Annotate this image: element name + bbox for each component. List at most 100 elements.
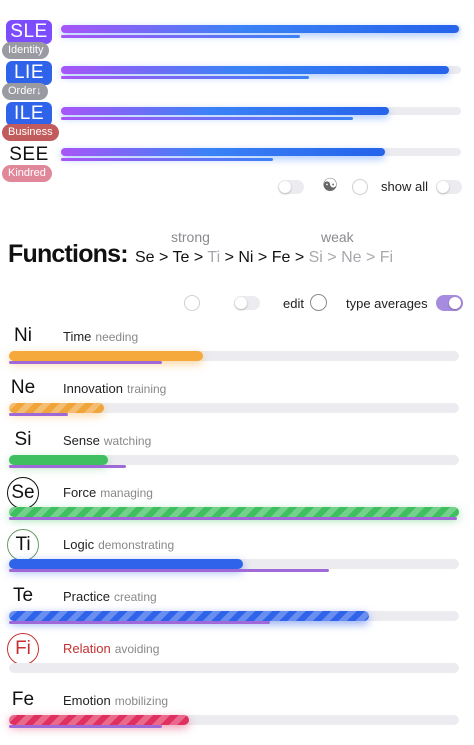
function-name-text: Sense xyxy=(63,433,100,448)
function-row-te[interactable]: Te Practice creating xyxy=(0,581,474,633)
filter-toggle[interactable] xyxy=(234,296,260,310)
type-badge[interactable]: SLE xyxy=(6,20,52,44)
toggle-left[interactable] xyxy=(278,180,304,194)
function-name: Time needing xyxy=(63,329,138,344)
type-averages-label: type averages xyxy=(346,296,428,311)
show-all-radio[interactable] xyxy=(352,179,368,195)
type-label-badge: Business xyxy=(2,124,59,141)
function-symbol[interactable]: Se xyxy=(7,477,39,509)
function-symbol[interactable]: Ni xyxy=(8,321,38,351)
function-note: needing xyxy=(95,330,139,344)
strong-label: strong xyxy=(171,229,210,245)
sequence-token: Ne xyxy=(341,249,362,266)
function-symbol[interactable]: Si xyxy=(8,425,38,455)
type-average-bar xyxy=(61,35,301,38)
function-average-bar xyxy=(9,413,68,416)
function-strength-fill xyxy=(9,611,369,621)
function-name: Force managing xyxy=(63,485,153,500)
sequence-token: Fi xyxy=(379,249,394,266)
type-match-bar xyxy=(61,25,461,33)
function-name-text: Logic xyxy=(63,537,95,552)
function-note: mobilizing xyxy=(114,694,169,708)
type-match-bar xyxy=(61,66,461,74)
type-average-bar xyxy=(61,158,273,161)
function-symbol[interactable]: Fi xyxy=(7,633,39,665)
function-average-bar xyxy=(9,465,126,468)
type-averages-toggle[interactable] xyxy=(436,295,463,311)
edit-radio[interactable] xyxy=(310,294,327,311)
function-name: Practice creating xyxy=(63,589,157,604)
function-symbol[interactable]: Fe xyxy=(8,685,38,715)
sequence-token: > xyxy=(253,249,272,266)
function-strength-fill xyxy=(9,403,104,413)
sequence-token: > xyxy=(154,249,173,266)
function-symbol[interactable]: Te xyxy=(8,581,38,611)
function-strength-bar xyxy=(9,611,459,621)
function-row-se[interactable]: Se Force managing xyxy=(0,477,474,529)
function-note: watching xyxy=(103,434,152,448)
function-name-text: Emotion xyxy=(63,693,111,708)
function-average-bar xyxy=(9,361,162,364)
type-row[interactable]: LIE Order↓ xyxy=(0,61,474,101)
function-symbol[interactable]: Ti xyxy=(7,529,39,561)
function-sequence: Se > Te > Ti > Ni > Fe > Si > Ne > Fi xyxy=(135,249,393,267)
function-strength-bar xyxy=(9,507,459,517)
function-strength-bar xyxy=(9,559,459,569)
sequence-token: Fe xyxy=(271,249,291,266)
function-strength-bar xyxy=(9,455,459,465)
type-badge[interactable]: SEE xyxy=(6,143,52,167)
function-row-ti[interactable]: Ti Logic demonstrating xyxy=(0,529,474,581)
function-note: creating xyxy=(113,590,157,604)
edit-label: edit xyxy=(283,296,304,311)
function-strength-fill xyxy=(9,455,108,465)
sequence-token: > xyxy=(322,249,342,266)
function-strength-bar xyxy=(9,715,459,725)
function-note: managing xyxy=(100,486,153,500)
type-row[interactable]: SEE Kindred xyxy=(0,143,474,183)
type-row[interactable]: SLE Identity xyxy=(0,20,474,60)
function-name-text: Innovation xyxy=(63,381,123,396)
type-badge[interactable]: ILE xyxy=(6,102,52,126)
type-badge[interactable]: LIE xyxy=(6,61,52,85)
function-strength-fill xyxy=(9,507,459,517)
function-name-text: Relation xyxy=(63,641,111,656)
function-row-fe[interactable]: Fe Emotion mobilizing xyxy=(0,685,474,737)
function-strength-fill xyxy=(9,715,189,725)
function-strength-fill xyxy=(9,351,203,361)
filter-radio[interactable] xyxy=(184,295,200,311)
function-name: Innovation training xyxy=(63,381,166,396)
sequence-token: Ti xyxy=(207,249,221,266)
yin-yang-icon[interactable]: ☯ xyxy=(322,175,338,196)
function-average-bar xyxy=(9,621,270,624)
type-row[interactable]: ILE Business xyxy=(0,102,474,142)
type-match-bar xyxy=(61,107,461,115)
type-match-fill xyxy=(61,107,389,115)
show-all-label: show all xyxy=(381,179,428,194)
function-row-fi[interactable]: Fi Relation avoiding xyxy=(0,633,474,685)
type-match-fill xyxy=(61,148,385,156)
function-name: Logic demonstrating xyxy=(63,537,174,552)
sequence-token: Te xyxy=(172,249,190,266)
sequence-token: > xyxy=(220,249,239,266)
function-strength-bar xyxy=(9,351,459,361)
function-note: demonstrating xyxy=(98,538,175,552)
function-name-text: Time xyxy=(63,329,92,344)
functions-title: Functions: xyxy=(8,240,129,268)
type-label-badge: Kindred xyxy=(2,165,52,182)
show-all-toggle[interactable] xyxy=(436,180,462,194)
function-name-text: Practice xyxy=(63,589,110,604)
function-symbol[interactable]: Ne xyxy=(8,373,38,403)
sequence-token: Se xyxy=(135,249,155,266)
function-average-bar xyxy=(9,517,457,520)
sequence-token: Si xyxy=(308,249,323,266)
function-row-si[interactable]: Si Sense watching xyxy=(0,425,474,477)
function-average-bar xyxy=(9,725,162,728)
function-row-ne[interactable]: Ne Innovation training xyxy=(0,373,474,425)
function-name: Emotion mobilizing xyxy=(63,693,168,708)
type-match-fill xyxy=(61,66,449,74)
function-average-bar xyxy=(9,569,329,572)
function-name: Relation avoiding xyxy=(63,641,159,656)
function-strength-bar xyxy=(9,403,459,413)
function-name-text: Force xyxy=(63,485,97,500)
function-row-ni[interactable]: Ni Time needing xyxy=(0,321,474,373)
